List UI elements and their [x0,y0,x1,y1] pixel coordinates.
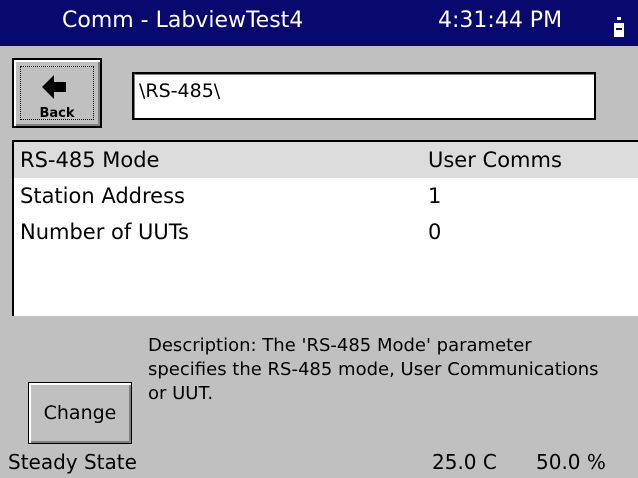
status-state: Steady State [8,450,137,474]
status-humidity: 50.0 % [536,450,606,474]
description-text: Description: The 'RS-485 Mode' parameter… [148,334,638,406]
back-button-label: Back [39,106,75,121]
param-value: User Comms [428,148,562,172]
list-item-rs485-mode[interactable]: RS-485 Mode User Comms [14,142,638,178]
title-bar: Comm - LabviewTest4 4:31:44 PM [0,0,638,46]
param-label: RS-485 Mode [20,148,160,172]
param-value: 0 [428,220,442,244]
change-button[interactable]: Change [28,382,132,444]
clock: 4:31:44 PM [438,8,563,33]
param-value: 1 [428,184,442,208]
path-field[interactable]: \RS-485\ [132,72,596,120]
param-label: Station Address [20,184,185,208]
description-line: or UUT. [148,383,214,404]
list-item-station-address[interactable]: Station Address 1 [14,178,638,214]
description-line: specifies the RS-485 mode, User Communic… [148,359,599,380]
parameter-list[interactable]: RS-485 Mode User Comms Station Address 1… [12,140,638,316]
window-title: Comm - LabviewTest4 [62,8,304,33]
description-line: Description: The 'RS-485 Mode' parameter [148,335,532,356]
param-label: Number of UUTs [20,220,189,244]
battery-icon [614,17,624,37]
list-item-number-of-uuts[interactable]: Number of UUTs 0 [14,214,638,250]
status-temperature: 25.0 C [432,450,497,474]
arrow-left-icon [42,75,66,99]
back-button[interactable]: Back [12,58,102,128]
